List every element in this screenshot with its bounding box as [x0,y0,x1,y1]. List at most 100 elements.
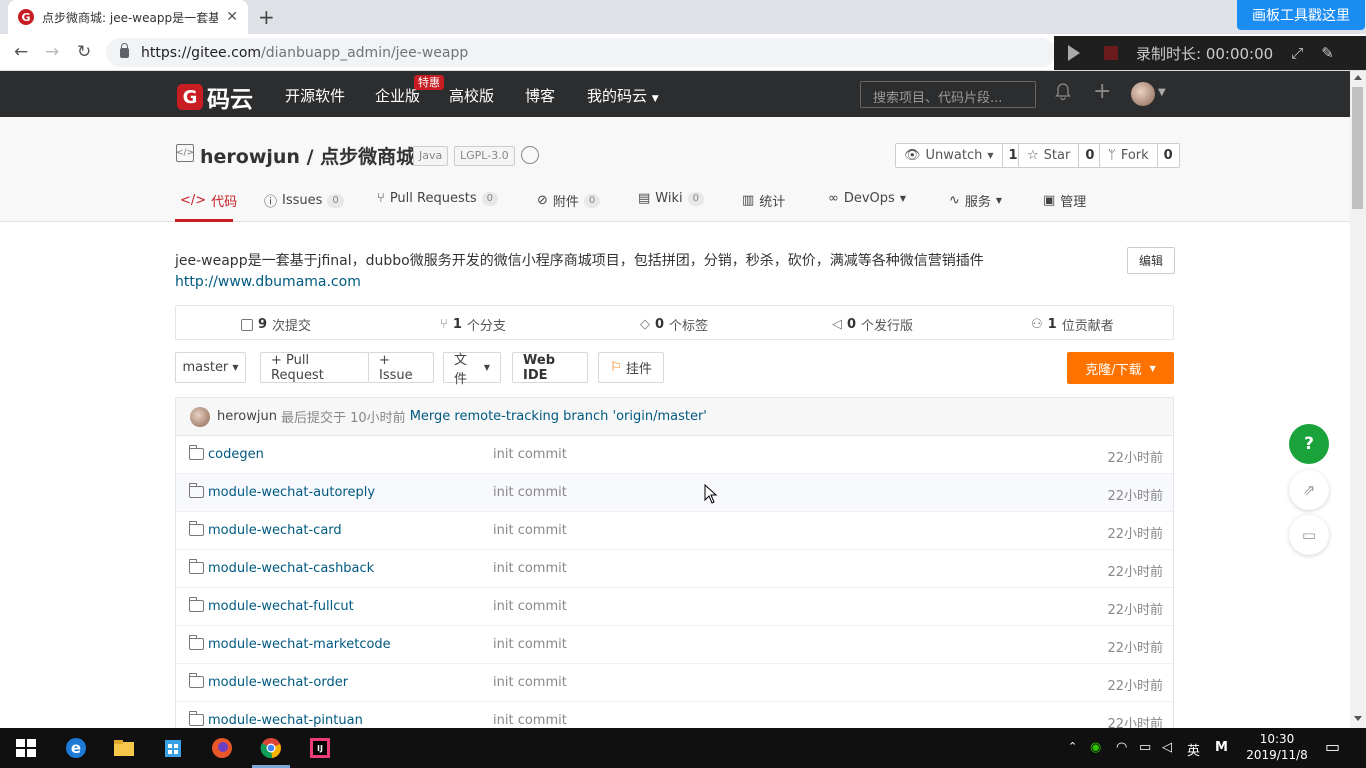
back-arrow-icon[interactable]: ← [14,42,28,62]
file-row[interactable]: module-wechat-autoreply init commit 22小时前 [176,474,1173,512]
tab-manage[interactable]: ▣ 管理 [1043,191,1086,210]
forward-arrow-icon[interactable]: → [45,42,59,62]
new-issue-button[interactable]: + Issue [368,352,434,383]
file-row[interactable]: module-wechat-fullcut init commit 22小时前 [176,588,1173,626]
language-tag[interactable]: Java [413,146,449,166]
tab-attachments[interactable]: ⊘ 附件 0 [537,191,601,210]
ime-language[interactable]: 英 [1187,740,1200,759]
file-row[interactable]: codegen init commit 22小时前 [176,436,1173,474]
pen-icon[interactable]: ✎ [1321,44,1334,62]
scroll-down-icon[interactable] [1354,716,1362,721]
site-logo[interactable]: G 码云 [177,80,253,114]
file-name[interactable]: module-wechat-card [208,523,342,538]
tab-stats[interactable]: ▥ 统计 [742,191,785,210]
plugin-button[interactable]: ⚐ 挂件 [598,352,664,383]
file-commit-message[interactable]: init commit [493,561,567,576]
nav-education[interactable]: 高校版 [449,85,494,106]
expand-icon[interactable]: ⤢ [1291,44,1303,62]
file-name[interactable]: module-wechat-marketcode [208,637,391,652]
file-row[interactable]: module-wechat-card init commit 22小时前 [176,512,1173,550]
nav-my-gitee[interactable]: 我的码云 ▼ [587,85,659,106]
file-commit-message[interactable]: init commit [493,485,567,500]
fork-button[interactable]: ᛘ Fork 0 [1099,143,1180,168]
wechat-tray-icon[interactable]: ◉ [1090,740,1101,755]
share-icon[interactable]: ⇗ [1289,470,1329,510]
file-explorer-icon[interactable] [112,736,136,760]
committer-name[interactable]: herowjun [217,409,277,424]
clone-download-button[interactable]: 克隆/下载 ▼ [1067,352,1174,384]
file-commit-message[interactable]: init commit [493,599,567,614]
tab-pull-requests[interactable]: ⑂ Pull Requests 0 [377,191,498,206]
scroll-thumb[interactable] [1352,87,1363,209]
last-commit-message[interactable]: Merge remote-tracking branch 'origin/mas… [410,409,707,424]
file-name[interactable]: module-wechat-cashback [208,561,374,576]
file-commit-message[interactable]: init commit [493,713,567,728]
reload-icon[interactable]: ↻ [77,42,91,62]
volume-icon[interactable]: ◁ [1162,740,1172,755]
new-tab-button[interactable]: + [258,5,275,29]
branch-select[interactable]: master ▼ [175,352,246,383]
nav-blog[interactable]: 博客 [525,85,555,106]
nav-opensource[interactable]: 开源软件 [285,85,345,106]
create-plus-icon[interactable]: + [1093,79,1111,104]
battery-icon[interactable]: ▭ [1139,740,1151,755]
file-name[interactable]: module-wechat-order [208,675,348,690]
system-clock[interactable]: 10:30 2019/11/8 [1244,731,1310,763]
tab-devops[interactable]: ∞ DevOps ▼ [828,191,906,206]
user-avatar[interactable] [1131,82,1155,106]
fork-count[interactable]: 0 [1156,144,1179,167]
file-commit-message[interactable]: init commit [493,637,567,652]
notification-icon[interactable]: ▭ [1325,737,1340,756]
file-commit-message[interactable]: init commit [493,675,567,690]
page-scrollbar[interactable] [1350,71,1366,728]
file-name[interactable]: module-wechat-pintuan [208,713,363,728]
file-commit-message[interactable]: init commit [493,523,567,538]
web-ide-button[interactable]: Web IDE [512,352,588,383]
play-icon[interactable] [1068,45,1080,61]
ime-mode[interactable]: M [1215,740,1228,755]
tab-issues[interactable]: ⓘ Issues 0 [264,191,344,210]
tab-code[interactable]: </> 代码 [180,191,237,210]
browser-tab[interactable]: G 点步微商城: jee-weapp是一套基于jfinal ✕ [8,0,248,34]
star-count[interactable]: 0 [1078,144,1100,167]
scroll-up-icon[interactable] [1354,75,1362,80]
search-input[interactable]: 搜索项目、代码片段... [860,81,1036,108]
award-icon[interactable] [521,146,539,164]
url-input[interactable]: https://gitee.com/dianbuapp_admin/jee-we… [106,38,1056,67]
chrome-icon[interactable] [259,736,283,760]
tray-expand-icon[interactable]: ⌃ [1068,740,1077,753]
edge-browser-icon[interactable]: e [64,736,88,760]
repo-homepage-link[interactable]: http://www.dbumama.com [175,274,361,290]
file-name[interactable]: module-wechat-fullcut [208,599,354,614]
bell-icon[interactable] [1055,83,1071,100]
comment-icon[interactable]: ▭ [1289,515,1329,555]
windows-start-icon[interactable] [14,736,38,760]
tab-wiki[interactable]: ▤ Wiki 0 [638,191,704,206]
tab-services[interactable]: ∿ 服务 ▼ [949,191,1002,210]
file-name[interactable]: codegen [208,447,264,462]
help-button[interactable]: ? [1289,424,1329,464]
file-menu-button[interactable]: 文件 ▼ [443,352,501,387]
stat-branches[interactable]: ⑂ 1 个分支 [440,315,506,334]
new-pull-request-button[interactable]: + Pull Request [260,352,369,383]
wifi-icon[interactable]: ◠ [1116,740,1127,755]
license-tag[interactable]: LGPL-3.0 [454,146,515,166]
store-icon[interactable] [161,736,185,760]
edit-description-button[interactable]: 编辑 [1127,247,1175,274]
tab-close-icon[interactable]: ✕ [226,9,238,25]
file-name[interactable]: module-wechat-autoreply [208,485,375,500]
star-button[interactable]: ☆ Star 0 [1018,143,1102,168]
watch-button[interactable]: 👁 Unwatch ▼ 1 [895,143,1025,168]
stat-tags[interactable]: ◇ 0 个标签 [640,315,708,334]
file-row[interactable]: module-wechat-marketcode init commit 22小时前 [176,626,1173,664]
repo-title[interactable]: herowjun / 点步微商城 [200,142,415,169]
stat-releases[interactable]: ◁ 0 个发行版 [832,315,913,334]
stat-contributors[interactable]: ⚇ 1 位贡献者 [1031,315,1114,334]
file-commit-message[interactable]: init commit [493,447,567,462]
committer-avatar[interactable] [190,406,210,427]
file-row[interactable]: module-wechat-cashback init commit 22小时前 [176,550,1173,588]
draw-tool-button[interactable]: 画板工具戳这里 [1237,0,1365,30]
stat-commits[interactable]: 9 次提交 [241,315,311,334]
firefox-icon[interactable] [210,736,234,760]
file-row[interactable]: module-wechat-order init commit 22小时前 [176,664,1173,702]
